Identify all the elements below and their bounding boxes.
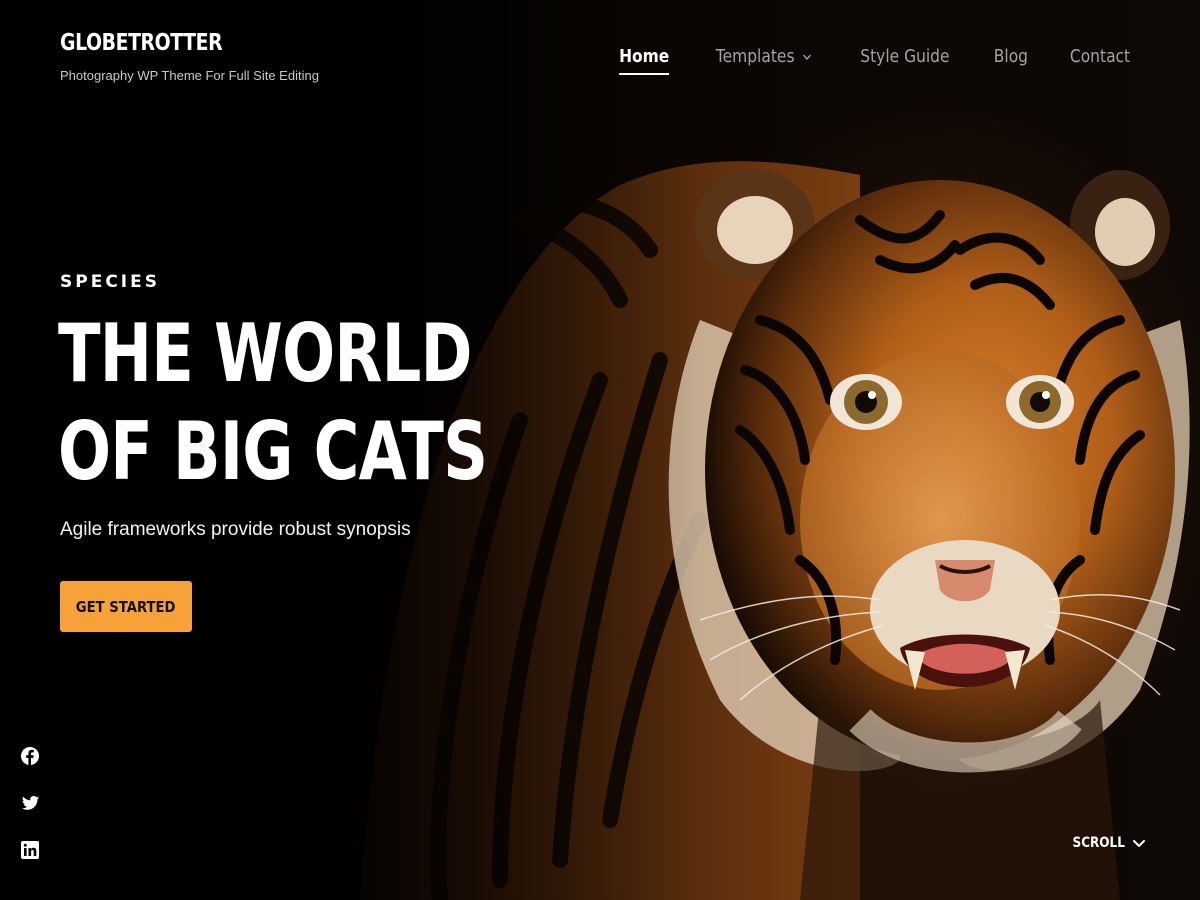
twitter-link[interactable] bbox=[20, 793, 40, 813]
nav-item-blog[interactable]: Blog bbox=[994, 46, 1028, 75]
linkedin-icon bbox=[21, 841, 39, 859]
nav-item-contact[interactable]: Contact bbox=[1070, 46, 1130, 75]
hero-headline-line-1: THE WORLD bbox=[58, 307, 472, 400]
nav-item-label: Blog bbox=[993, 46, 1029, 67]
hero-eyebrow: SPECIES bbox=[60, 272, 160, 292]
nav-item-label: Style Guide bbox=[860, 46, 950, 67]
nav-item-label: Contact bbox=[1069, 46, 1131, 67]
chevron-down-icon bbox=[802, 53, 811, 60]
site-title[interactable]: GLOBETROTTER bbox=[60, 30, 272, 56]
get-started-button-label: GET STARTED bbox=[76, 597, 176, 616]
linkedin-link[interactable] bbox=[20, 840, 40, 860]
chevron-down-icon bbox=[1133, 840, 1145, 847]
hero-headline: THE WORLD OF BIG CATS bbox=[58, 305, 488, 501]
social-links bbox=[20, 746, 40, 860]
nav-item-label: Home bbox=[619, 46, 670, 67]
facebook-link[interactable] bbox=[20, 746, 40, 766]
nav-item-templates[interactable]: Templates bbox=[716, 46, 812, 75]
hero-headline-line-2: OF BIG CATS bbox=[58, 405, 488, 498]
nav-item-style-guide[interactable]: Style Guide bbox=[861, 46, 950, 75]
hero-subtitle: Agile frameworks provide robust synopsis bbox=[60, 519, 411, 540]
main-navigation: Home Templates Style Guide Blog Contact bbox=[615, 46, 1135, 75]
nav-item-home[interactable]: Home bbox=[619, 46, 671, 75]
twitter-icon bbox=[22, 796, 39, 810]
scroll-label: SCROLL bbox=[1072, 835, 1125, 851]
site-tagline: Photography WP Theme For Full Site Editi… bbox=[60, 68, 319, 83]
nav-item-label: Templates bbox=[715, 46, 795, 67]
get-started-button[interactable]: GET STARTED bbox=[60, 581, 192, 632]
site-branding: GLOBETROTTER Photography WP Theme For Fu… bbox=[60, 30, 319, 83]
facebook-icon bbox=[21, 747, 39, 765]
scroll-indicator[interactable]: SCROLL bbox=[1064, 835, 1146, 851]
